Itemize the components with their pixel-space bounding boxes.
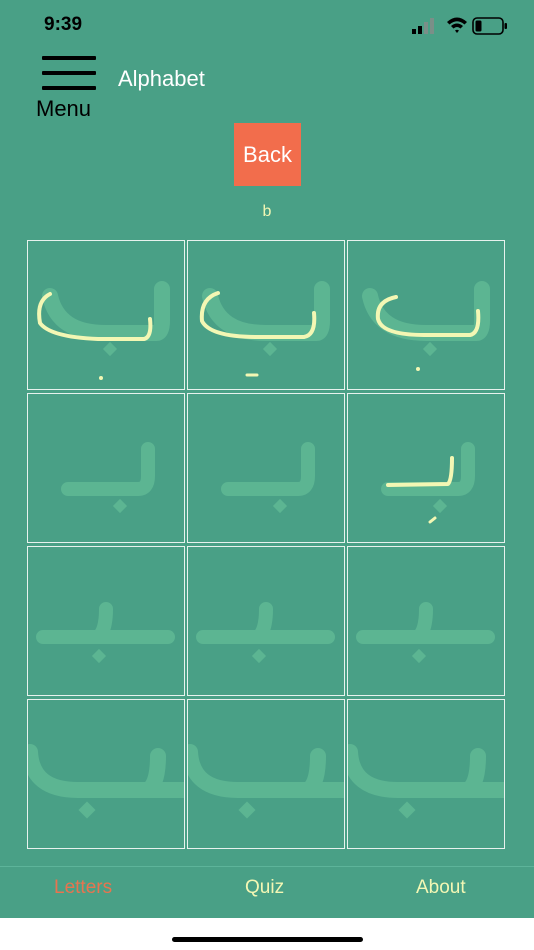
tracing-cell-medial-2[interactable] [187, 546, 345, 696]
tracing-cell-final-1[interactable] [27, 393, 185, 543]
letter-glyph-isolated [37, 281, 170, 380]
tab-about[interactable]: About [416, 877, 466, 899]
tracing-cell-isolated-3[interactable] [347, 240, 505, 390]
status-time: 9:39 [44, 14, 83, 35]
status-icons [412, 16, 512, 38]
menu-label: Menu [36, 96, 92, 121]
tab-letters[interactable]: Letters [54, 877, 112, 899]
tracing-cell-medial-3[interactable] [347, 546, 505, 696]
status-bar: 9:39 [0, 0, 534, 50]
tracing-cell-final-2[interactable] [187, 393, 345, 543]
tracing-cell-isolated-2[interactable] [187, 240, 345, 390]
letter-glyph-medial [356, 602, 495, 664]
tracing-cell-connected-3[interactable] [347, 699, 505, 849]
tab-bar: Letters Quiz About [0, 866, 534, 919]
tab-quiz[interactable]: Quiz [245, 877, 284, 899]
tracing-cell-connected-1[interactable] [27, 699, 185, 849]
letter-glyph-final [381, 442, 475, 524]
letter-glyph-medial [36, 602, 175, 664]
letter-glyph-connected [28, 744, 184, 819]
wifi-icon [447, 17, 467, 33]
home-indicator[interactable] [172, 937, 363, 942]
tracing-cell-connected-2[interactable] [187, 699, 345, 849]
letter-glyph-connected [188, 744, 344, 819]
tracing-grid [27, 240, 507, 853]
letter-glyph-medial [196, 602, 335, 664]
back-button[interactable]: Back [234, 123, 301, 186]
tracing-cell-medial-1[interactable] [27, 546, 185, 696]
letter-glyph-connected [348, 744, 504, 819]
letter-glyph-final [61, 442, 155, 514]
home-indicator-area [0, 918, 534, 950]
tracing-cell-final-3[interactable] [347, 393, 505, 543]
letter-name: b [262, 203, 272, 220]
menu-button[interactable]: Menu [36, 56, 108, 122]
letter-glyph-isolated [362, 281, 490, 371]
battery-icon [472, 17, 507, 35]
page-title: Alphabet [118, 66, 205, 91]
letter-glyph-final [221, 442, 315, 514]
tracing-cell-isolated-1[interactable] [27, 240, 185, 390]
hamburger-icon [42, 56, 96, 90]
signal-icon [412, 18, 434, 34]
letter-glyph-isolated [199, 281, 330, 377]
